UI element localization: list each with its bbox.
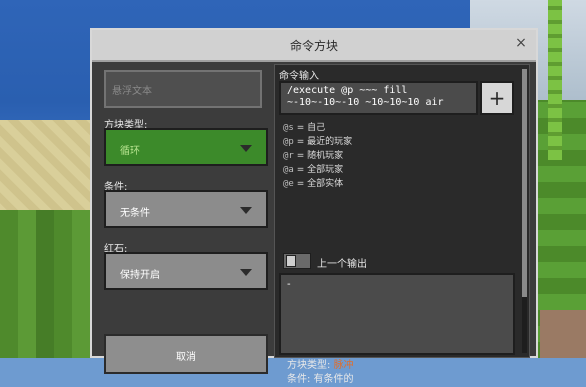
selector-help-item: @r = 随机玩家	[283, 151, 344, 161]
selector-help-item: @p = 最近的玩家	[283, 137, 353, 147]
toggle-knob	[286, 255, 296, 267]
block-info: 方块类型: 脉冲 条件: 有条件的	[287, 359, 354, 387]
block-type-dropdown[interactable]: 循环	[104, 128, 268, 166]
redstone-dropdown[interactable]: 保持开启	[104, 252, 268, 290]
plus-icon[interactable]: +	[480, 81, 514, 115]
selector-help-item: @e = 全部实体	[283, 179, 344, 189]
redstone-value: 保持开启	[120, 270, 160, 281]
previous-output-label: 上一个输出	[317, 259, 367, 270]
scrollbar[interactable]	[522, 69, 527, 353]
selector-help-item: @s = 自己	[283, 123, 326, 133]
command-input-label: 命令输入	[279, 71, 319, 82]
cancel-label: 取消	[176, 352, 196, 363]
block-type-value: 循环	[120, 146, 140, 157]
left-panel: 悬浮文本 方块类型: 循环 条件: 无条件 红石: 保持开启 取消	[98, 64, 268, 374]
previous-output-field: -	[279, 273, 515, 355]
condition-info: 条件: 有条件的	[287, 374, 354, 385]
chevron-down-icon	[240, 207, 252, 214]
chevron-down-icon	[240, 145, 252, 152]
world-block	[540, 310, 586, 358]
command-block-dialog: 命令方块 × 悬浮文本 方块类型: 循环 条件: 无条件 红石: 保持开启 取消…	[90, 28, 538, 385]
dialog-titlebar: 命令方块 ×	[92, 30, 536, 62]
command-line-1: /execute @p ~~~ fill	[287, 85, 408, 96]
hover-text-input[interactable]: 悬浮文本	[104, 70, 262, 108]
selector-help-item: @a = 全部玩家	[283, 165, 344, 175]
previous-output-toggle[interactable]	[283, 253, 311, 269]
block-type-info: 方块类型: 脉冲	[287, 360, 354, 371]
condition-value: 无条件	[120, 208, 150, 219]
scrollbar-thumb[interactable]	[522, 69, 527, 297]
close-icon[interactable]: ×	[514, 36, 528, 50]
right-panel: 命令输入 /execute @p ~~~ fill ~-10~-10~-10 ~1…	[274, 64, 530, 385]
sugar-cane	[548, 0, 562, 160]
command-line-2: ~-10~-10~-10 ~10~10~10 air	[287, 97, 444, 108]
dialog-title: 命令方块	[289, 39, 338, 53]
chevron-down-icon	[240, 269, 252, 276]
cancel-button[interactable]: 取消	[104, 334, 268, 374]
selector-help-list: @s = 自己 @p = 最近的玩家 @r = 随机玩家 @a = 全部玩家 @…	[283, 121, 352, 191]
condition-dropdown[interactable]: 无条件	[104, 190, 268, 228]
command-input[interactable]: /execute @p ~~~ fill ~-10~-10~-10 ~10~10~…	[279, 81, 478, 115]
